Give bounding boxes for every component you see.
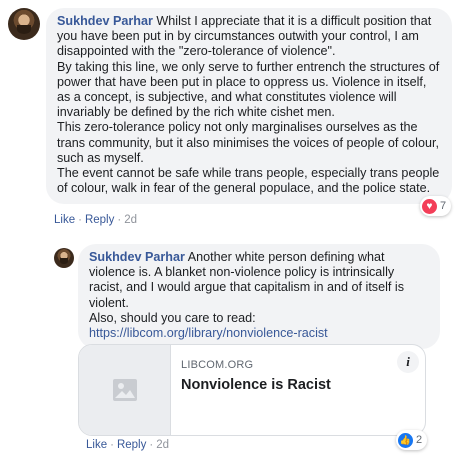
separator: · xyxy=(149,439,154,451)
reaction-count[interactable]: ♥ 7 xyxy=(420,196,452,216)
reaction-count-value: 2 xyxy=(416,434,423,446)
avatar[interactable] xyxy=(54,248,74,268)
link-title[interactable]: Nonviolence is Racist xyxy=(181,377,331,393)
reply-link[interactable]: Reply xyxy=(117,439,146,451)
image-placeholder-icon xyxy=(112,379,137,401)
heart-icon: ♥ xyxy=(422,198,437,214)
comment-actions: Like · Reply · 2d xyxy=(54,214,137,226)
avatar[interactable] xyxy=(8,8,40,40)
reaction-count-value: 7 xyxy=(440,200,447,212)
link-preview-card[interactable]: LIBCOM.ORG Nonviolence is Racist i xyxy=(78,344,426,436)
separator: · xyxy=(78,214,82,226)
comment-text: Also, should you care to read: xyxy=(89,310,256,325)
link-domain: LIBCOM.ORG xyxy=(181,359,254,371)
separator: · xyxy=(110,439,114,451)
info-icon[interactable]: i xyxy=(397,351,419,373)
comment-text: This zero-tolerance policy not only marg… xyxy=(57,120,439,165)
timestamp[interactable]: 2d xyxy=(156,439,169,451)
separator: · xyxy=(117,214,122,226)
reaction-count[interactable]: 👍 2 xyxy=(396,430,428,450)
comment-bubble: Sukhdev Parhar Whilst I appreciate that … xyxy=(46,8,452,205)
comment-link[interactable]: https://libcom.org/library/nonviolence-r… xyxy=(89,326,328,340)
comment-author[interactable]: Sukhdev Parhar xyxy=(89,250,185,264)
thumbs-up-icon: 👍 xyxy=(398,432,413,448)
comment-author[interactable]: Sukhdev Parhar xyxy=(57,14,153,28)
comment-text: By taking this line, we only serve to fu… xyxy=(57,59,440,120)
like-link[interactable]: Like xyxy=(86,439,107,451)
comment-text: The event cannot be safe while trans peo… xyxy=(57,166,440,196)
timestamp[interactable]: 2d xyxy=(124,214,137,226)
reply-link[interactable]: Reply xyxy=(85,214,114,226)
link-thumbnail[interactable] xyxy=(79,345,171,435)
like-link[interactable]: Like xyxy=(54,214,75,226)
reply-bubble: Sukhdev Parhar Another white person defi… xyxy=(78,244,440,350)
comment-actions: Like · Reply · 2d xyxy=(86,439,169,451)
